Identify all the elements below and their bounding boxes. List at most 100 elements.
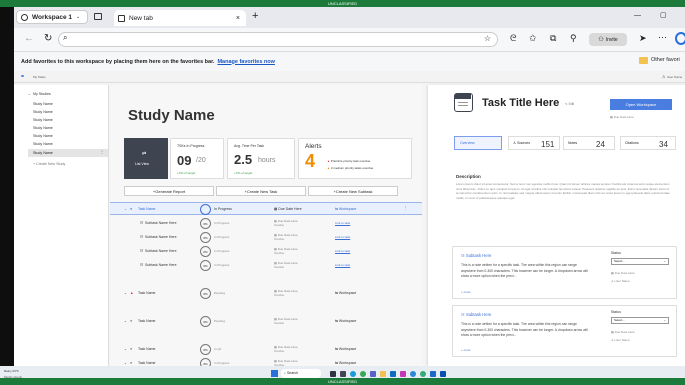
teams-icon[interactable] [370,371,376,377]
sidebar-item-study[interactable]: Study Name [33,134,53,138]
invite-button[interactable]: ⚇ Invite [589,33,627,46]
status-select[interactable]: Select... ⌄ [611,258,669,265]
start-icon[interactable] [271,370,278,377]
chevron-down-icon: ⌄ [124,319,128,323]
taskbar-search[interactable]: ⌕ Search [281,369,321,378]
avg-time-unit: hours [258,157,276,164]
task-row[interactable]: ⌄ ● Task Name 0% In Q1 ▦ Due Date Here Overdue… [110,343,422,356]
other-favorites[interactable]: Other favori [651,57,680,63]
explorer-icon[interactable] [380,371,386,377]
sidebar-item-study[interactable]: Study Name [33,102,53,106]
chrome-icon[interactable] [360,371,366,377]
progress-ring: 0% [200,218,211,229]
back-icon[interactable]: ← [24,33,34,44]
store-icon[interactable] [400,371,406,377]
alert-item[interactable]: ▲ Prioritize priority task overdue [327,159,370,163]
tab-overview[interactable]: Overview [454,136,502,150]
restore-icon[interactable]: ▢ [660,11,667,19]
subtask-row[interactable]: ☷ Subtask Name Here 0% In Progress ▦ Due Dat… [110,259,422,272]
subtask-row[interactable]: ☷ Subtask Name Here 0% In Progress ▦ Due Dat… [110,231,422,244]
task-link[interactable]: Link to task [335,263,350,267]
photos-icon[interactable] [430,371,436,377]
sidebar-item-study[interactable]: Study Name [33,126,53,130]
subtask-due: ▦ Due Date Here [611,330,635,334]
workspace-link[interactable]: ⇆ Workspace [335,319,356,323]
open-workspace-button[interactable]: Open Workspace [610,99,672,110]
status-select[interactable]: Select... ⌄ [611,317,669,324]
share-icon[interactable]: ➤ [639,33,647,44]
create-task-button[interactable]: + Create New Task [216,186,306,196]
copilot-icon[interactable]: ᘓ [510,33,516,44]
outlook-icon[interactable] [390,371,396,377]
manage-favorites-link[interactable]: Manage favorites now [217,59,274,65]
subtask-card[interactable]: ☷ Subtask Here This is a note written fo… [452,246,677,299]
widgets-icon[interactable] [340,371,346,377]
sidebar-item-study[interactable]: Study Name [33,118,53,122]
refresh-icon[interactable]: ↻ [44,33,52,44]
workspace-people-icon: ⚇ [598,37,604,43]
task-name: Subtask Name Here [145,221,177,225]
task-link[interactable]: Link to task [335,235,350,239]
more-vertical-icon[interactable]: ⋮ [100,149,104,154]
more-icon[interactable]: ⋯ [658,32,667,43]
workspace-link[interactable]: ⇆ Workspace [335,291,356,295]
citations-stat[interactable]: Citations 34 [620,136,676,150]
settings-icon[interactable] [420,371,426,377]
terminal-icon[interactable] [440,371,446,377]
list-view-label: List View [135,162,149,166]
workspace-button[interactable]: Workspace 1 ⌄ [16,10,88,24]
sidebar-item-study[interactable]: Study Name [33,110,53,114]
more-vertical-icon[interactable]: ⋮ [404,206,408,210]
create-subtask-button[interactable]: + Create New Subtask [308,186,398,196]
close-icon[interactable]: × [236,15,240,22]
more-link[interactable]: + more [461,290,470,294]
alert-item[interactable]: ▲ 3 medium priority tasks overdue [327,166,373,170]
extensions-icon[interactable]: ⚲ [570,33,577,44]
workspace-link[interactable]: ⇆ Workspace [335,347,356,351]
pencil-icon: ✎ [565,102,568,106]
subtask-icon: ☷ [140,249,144,253]
generate-report-button[interactable]: + Generate Report [124,186,214,196]
task-row[interactable]: ⌄ ● Task Name 0% Pending ▦ Due Date Here Overd… [110,315,422,328]
edge-icon[interactable] [350,371,356,377]
tab-new-tab[interactable]: New tab × [114,10,246,26]
avg-time-note: +X% of target [234,171,253,175]
subtask-row[interactable]: ☷ Subtask Name Here 0% In Progress ▦ Due Dat… [110,245,422,258]
user-name[interactable]: User Name [667,75,682,79]
create-study-link[interactable]: + Create New Study [33,162,65,166]
new-tab-button[interactable]: + [252,11,258,22]
address-bar[interactable]: ⌕ ☆ [58,32,498,47]
workspace-link[interactable]: ⇆ Workspace [335,207,356,211]
subtask-icon: ☷ [140,235,144,239]
sources-value: 151 [541,140,555,149]
sources-stat[interactable]: ♙ Sources 151 [508,136,560,150]
collections-icon[interactable]: ⧉ [550,33,556,44]
task-row-selected[interactable]: ⌄ ● Task Name In Progress ▦ Due Date Her… [110,202,422,215]
progress-text: 0% [203,235,208,240]
task-status: In Progress [214,249,230,253]
minimize-icon[interactable]: — [634,12,641,19]
favorites-icon[interactable]: ✩ [529,33,537,44]
notes-stat[interactable]: Notes 24 [563,136,615,150]
sidebar-item-study[interactable]: Study Name [33,142,53,146]
favorite-star-icon[interactable]: ☆ [484,34,491,43]
task-link[interactable]: Link to task [335,249,350,253]
edit-link[interactable]: ✎ Edit [565,102,574,106]
tsks-total: /20 [196,157,206,164]
more-link[interactable]: + more [461,348,470,352]
subtask-card[interactable]: ☷ Subtask Here This is a note written fo… [452,305,677,357]
favorites-hint: Add favorites to this workspace by placi… [21,58,215,65]
avg-time-card: Avg. Time Per Task 2.5 hours +X% of targ… [227,138,295,179]
subtask-row[interactable]: ☷ Subtask Name Here 0% In Progress ▦ Due Dat… [110,217,422,230]
task-view-icon[interactable] [330,371,336,377]
sidebar-item-selected[interactable]: Study Name ⋮ [28,149,108,157]
task-link[interactable]: Link to task [335,221,350,225]
list-view-card[interactable]: ⇄ List View [124,138,168,179]
tab-actions-icon[interactable] [94,13,102,20]
due-text: Due Date Here [277,345,298,349]
profile-icon[interactable] [675,32,685,45]
weather-widget[interactable]: Rainy 63°F [4,369,19,373]
app-icon[interactable] [410,371,416,377]
task-row[interactable]: ⌄ ▲ Task Name 0% Pending ▦ Due Date Here Overd… [110,287,422,300]
task-due: ▦ Due Date Here [274,261,298,265]
